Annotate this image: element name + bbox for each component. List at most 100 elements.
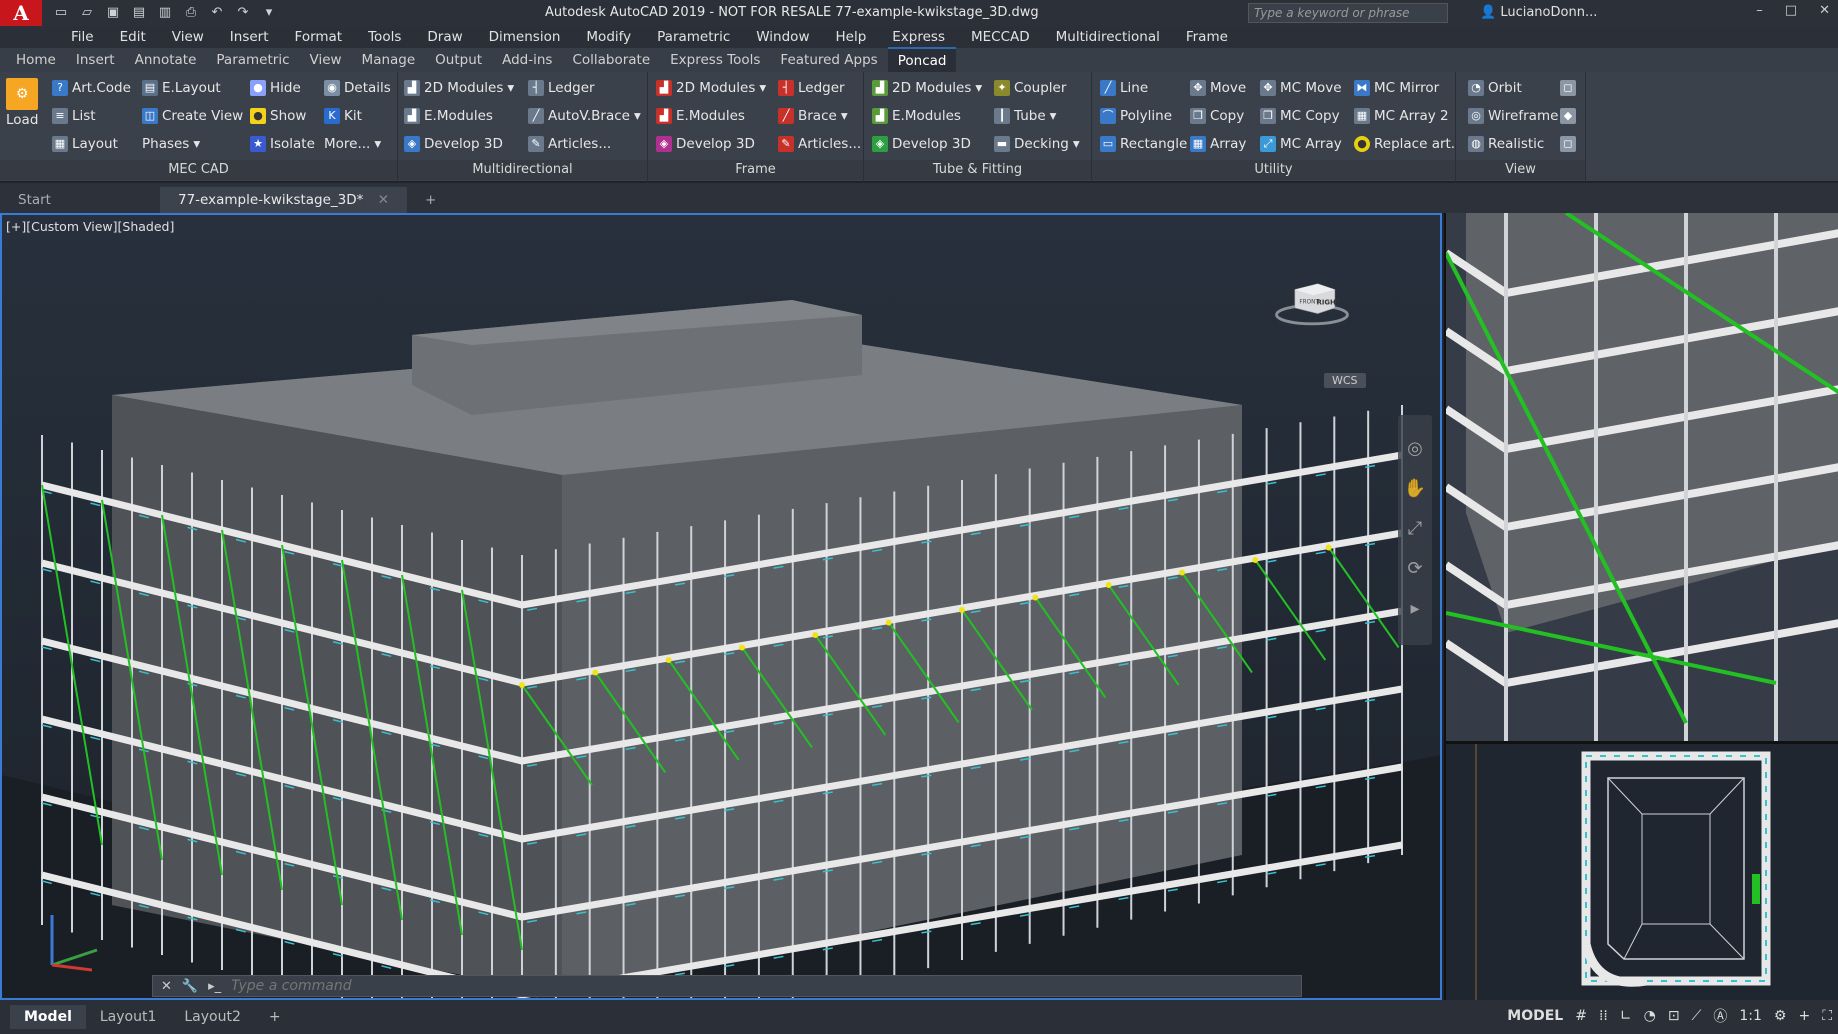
tab-view[interactable]: View xyxy=(300,48,352,72)
autocad-logo-button[interactable]: A xyxy=(0,0,42,26)
tab-insert[interactable]: Insert xyxy=(66,48,125,72)
viewport-label[interactable]: [+][Custom View][Shaded] xyxy=(6,219,174,234)
tab-layout2[interactable]: Layout2 xyxy=(170,1005,255,1029)
tab-featured-apps[interactable]: Featured Apps xyxy=(770,48,887,72)
wcs-menu[interactable]: WCS xyxy=(1324,373,1366,388)
menu-draw[interactable]: Draw xyxy=(414,29,475,45)
realistic-button[interactable]: ◍ Realistic xyxy=(1468,136,1544,152)
elayout-button[interactable]: ▤ E.Layout xyxy=(142,80,221,96)
fr-ledger-button[interactable]: ┤ Ledger xyxy=(778,80,845,96)
move-button[interactable]: ✥ Move xyxy=(1190,80,1246,96)
save-as-icon[interactable]: ▤ xyxy=(130,5,148,21)
wireframe-button[interactable]: ◎ Wireframe xyxy=(1468,108,1558,124)
pan-icon[interactable]: ✋ xyxy=(1398,469,1432,509)
close-icon[interactable]: ✕ xyxy=(161,979,172,994)
add-layout-button[interactable]: + xyxy=(255,1005,295,1029)
redo-icon[interactable]: ↷ xyxy=(234,5,252,21)
load-button[interactable]: ⚙ Load xyxy=(6,78,38,128)
fr-2d-modules-button[interactable]: ▟ 2D Modules ▾ xyxy=(656,80,766,96)
menu-help[interactable]: Help xyxy=(822,29,879,45)
annotation-scale[interactable]: 1:1 xyxy=(1739,1008,1762,1024)
orbit-icon[interactable]: ⟳ xyxy=(1398,549,1432,589)
tab-parametric[interactable]: Parametric xyxy=(206,48,299,72)
menu-tools[interactable]: Tools xyxy=(355,29,414,45)
secondary-viewport-plan[interactable] xyxy=(1444,741,1838,1000)
publish-icon[interactable]: ▥ xyxy=(156,5,174,21)
command-input[interactable] xyxy=(231,978,1132,994)
tab-document[interactable]: 77-example-kwikstage_3D* ✕ xyxy=(160,187,408,213)
orbit-button[interactable]: ◔ Orbit xyxy=(1468,80,1522,96)
md-develop3d-button[interactable]: ◈ Develop 3D xyxy=(404,136,503,152)
gear-icon[interactable]: ⚙ xyxy=(1774,1008,1787,1024)
save-icon[interactable]: ▣ xyxy=(104,5,122,21)
new-file-icon[interactable]: ▭ xyxy=(52,5,70,21)
osnap-icon[interactable]: ⊡ xyxy=(1668,1008,1680,1024)
show-button[interactable]: ● Show xyxy=(250,108,306,124)
artcode-button[interactable]: ? Art.Code xyxy=(52,80,131,96)
tab-express-tools[interactable]: Express Tools xyxy=(660,48,770,72)
tf-coupler-button[interactable]: ✦ Coupler xyxy=(994,80,1066,96)
navigation-bar[interactable]: ◎ ✋ ⤢ ⟳ ▸ xyxy=(1398,415,1432,645)
menu-dimension[interactable]: Dimension xyxy=(476,29,574,45)
fr-develop3d-button[interactable]: ◈ Develop 3D xyxy=(656,136,755,152)
grid-icon[interactable]: # xyxy=(1575,1008,1587,1024)
md-emodules-button[interactable]: ▟ E.Modules xyxy=(404,108,493,124)
tf-develop3d-button[interactable]: ◈ Develop 3D xyxy=(872,136,971,152)
menu-file[interactable]: File xyxy=(58,29,107,45)
md-ledger-button[interactable]: ┤ Ledger xyxy=(528,80,595,96)
replace-art-button[interactable]: ● Replace art. xyxy=(1354,136,1455,152)
list-button[interactable]: ≡ List xyxy=(52,108,96,124)
fr-articles-button[interactable]: ✎ Articles... xyxy=(778,136,861,152)
menu-window[interactable]: Window xyxy=(743,29,822,45)
secondary-viewport-detail[interactable] xyxy=(1444,213,1838,741)
ortho-icon[interactable]: ∟ xyxy=(1620,1008,1632,1024)
fullscreen-icon[interactable]: ⛶ xyxy=(1822,1008,1832,1024)
line-button[interactable]: ╱ Line xyxy=(1100,80,1148,96)
tf-decking-button[interactable]: ▬ Decking ▾ xyxy=(994,136,1080,152)
tab-model[interactable]: Model xyxy=(10,1005,86,1029)
menu-meccad[interactable]: MECCAD xyxy=(958,29,1043,45)
undo-icon[interactable]: ↶ xyxy=(208,5,226,21)
customize-qat-icon[interactable]: ▾ xyxy=(260,5,278,21)
open-folder-icon[interactable]: ▱ xyxy=(78,5,96,21)
isolate-button[interactable]: ★ Isolate xyxy=(250,136,315,152)
tf-2d-modules-button[interactable]: ▟ 2D Modules ▾ xyxy=(872,80,982,96)
rectangle-button[interactable]: ▭ Rectangle xyxy=(1100,136,1187,152)
view-cube-small-1[interactable]: ◻ xyxy=(1560,80,1576,96)
tab-add-ins[interactable]: Add-ins xyxy=(492,48,562,72)
viewcube[interactable]: FRONT RIGHT xyxy=(1272,265,1352,345)
minimize-icon[interactable]: – xyxy=(1756,3,1763,18)
snap-icon[interactable]: ⁞⁞ xyxy=(1599,1008,1608,1024)
new-tab-button[interactable]: + xyxy=(407,187,454,213)
layout-button[interactable]: ▦ Layout xyxy=(52,136,118,152)
tab-manage[interactable]: Manage xyxy=(352,48,426,72)
showmotion-icon[interactable]: ▸ xyxy=(1398,589,1432,629)
tab-home[interactable]: Home xyxy=(6,48,66,72)
zoom-icon[interactable]: ⤢ xyxy=(1398,509,1432,549)
fr-brace-button[interactable]: ╱ Brace ▾ xyxy=(778,108,848,124)
menu-multidirectional[interactable]: Multidirectional xyxy=(1043,29,1173,45)
tab-collaborate[interactable]: Collaborate xyxy=(562,48,660,72)
mc-copy-button[interactable]: ❐ MC Copy xyxy=(1260,108,1340,124)
details-button[interactable]: ◉ Details xyxy=(324,80,391,96)
menu-express[interactable]: Express xyxy=(879,29,958,45)
more-dropdown[interactable]: More... ▾ xyxy=(324,136,381,152)
kit-button[interactable]: K Kit xyxy=(324,108,362,124)
view-cube-small-2[interactable]: ◆ xyxy=(1560,108,1576,124)
md-2d-modules-button[interactable]: ▟ 2D Modules ▾ xyxy=(404,80,514,96)
tf-emodules-button[interactable]: ▟ E.Modules xyxy=(872,108,961,124)
tab-annotate[interactable]: Annotate xyxy=(125,48,207,72)
mc-mirror-button[interactable]: ⧓ MC Mirror xyxy=(1354,80,1439,96)
isodraft-icon[interactable]: ⟋ xyxy=(1692,1008,1702,1024)
md-autovbrace-button[interactable]: ╱ AutoV.Brace ▾ xyxy=(528,108,641,124)
search-input[interactable]: Type a keyword or phrase xyxy=(1248,3,1448,23)
tab-layout1[interactable]: Layout1 xyxy=(86,1005,171,1029)
array-button[interactable]: ▦ Array xyxy=(1190,136,1246,152)
model-space-toggle[interactable]: MODEL xyxy=(1507,1008,1563,1024)
tf-tube-button[interactable]: ┃ Tube ▾ xyxy=(994,108,1056,124)
plus-icon[interactable]: + xyxy=(1798,1008,1810,1024)
close-icon[interactable]: ✕ xyxy=(1819,3,1830,18)
fr-emodules-button[interactable]: ▟ E.Modules xyxy=(656,108,745,124)
main-viewport[interactable]: [+][Custom View][Shaded] FRONT RIGHT WCS… xyxy=(0,213,1442,1000)
menu-edit[interactable]: Edit xyxy=(107,29,159,45)
